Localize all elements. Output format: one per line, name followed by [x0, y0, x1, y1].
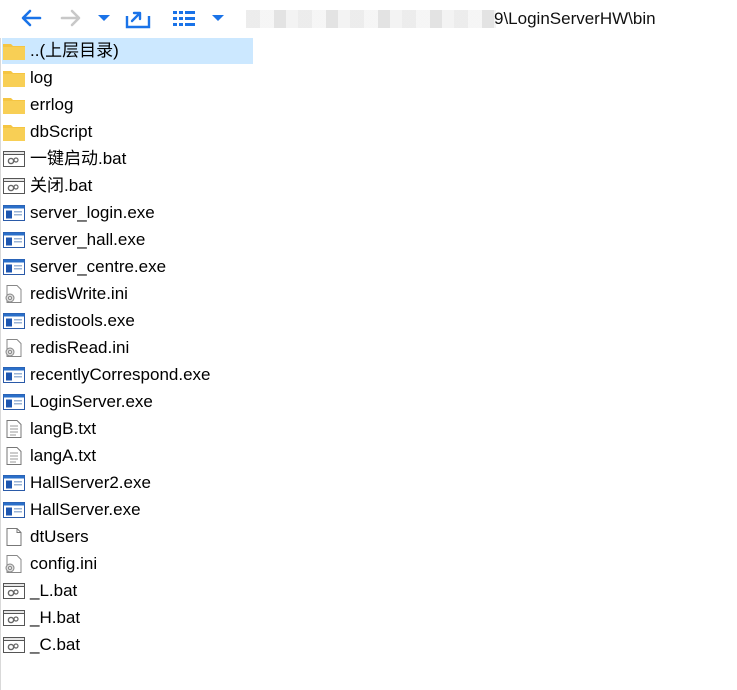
batch-file-icon [2, 607, 26, 629]
file-name: 一键启动.bat [30, 149, 127, 168]
batch-file-icon [2, 148, 26, 170]
file-name: redisWrite.ini [30, 284, 128, 303]
folder-icon [2, 40, 26, 62]
file-name: server_centre.exe [30, 257, 167, 276]
address-redacted-segment [246, 10, 496, 28]
folder-icon [2, 94, 26, 116]
text-file-icon [2, 418, 26, 440]
file-row[interactable]: _L.bat [2, 578, 77, 604]
file-row[interactable]: 关闭.bat [2, 173, 92, 199]
file-row[interactable]: langB.txt [2, 416, 96, 442]
file-name: redistools.exe [30, 311, 135, 330]
folder-row[interactable]: dbScript [2, 119, 92, 145]
file-name: LoginServer.exe [30, 392, 153, 411]
toolbar: 9\LoginServerHW\bin [0, 0, 737, 38]
view-mode-dropdown-button[interactable] [208, 4, 228, 32]
file-name: redisRead.ini [30, 338, 130, 357]
file-name: server_login.exe [30, 203, 155, 222]
list-view-icon [173, 11, 195, 26]
file-row[interactable]: HallServer.exe [2, 497, 141, 523]
folder-row[interactable]: errlog [2, 92, 73, 118]
file-row[interactable]: server_login.exe [2, 200, 155, 226]
application-icon [2, 202, 26, 224]
file-name: config.ini [30, 554, 98, 573]
arrow-right-icon [60, 9, 81, 27]
chevron-down-icon [212, 15, 224, 21]
file-row[interactable]: config.ini [2, 551, 97, 577]
file-row[interactable]: server_centre.exe [2, 254, 166, 280]
settings-file-icon [2, 283, 26, 305]
file-name: _C.bat [30, 635, 81, 654]
batch-file-icon [2, 175, 26, 197]
file-row[interactable]: recentlyCorrespond.exe [2, 362, 210, 388]
settings-file-icon [2, 553, 26, 575]
file-row[interactable]: HallServer2.exe [2, 470, 151, 496]
file-row[interactable]: LoginServer.exe [2, 389, 153, 415]
application-icon [2, 310, 26, 332]
history-dropdown-button[interactable] [94, 4, 114, 32]
batch-file-icon [2, 580, 26, 602]
application-icon [2, 472, 26, 494]
file-name: HallServer2.exe [30, 473, 151, 492]
folder-icon [2, 67, 26, 89]
file-name: dbScript [30, 122, 93, 141]
application-icon [2, 364, 26, 386]
forward-button[interactable] [56, 4, 86, 32]
address-bar[interactable]: 9\LoginServerHW\bin [236, 2, 737, 36]
file-name: dtUsers [30, 527, 89, 546]
folder-up-icon [125, 11, 151, 29]
folder-row[interactable]: log [2, 65, 53, 91]
file-row[interactable]: redisRead.ini [2, 335, 129, 361]
file-name: langA.txt [30, 446, 97, 465]
file-row[interactable]: dtUsers [2, 524, 89, 550]
file-name: langB.txt [30, 419, 97, 438]
application-icon [2, 499, 26, 521]
file-row[interactable]: redistools.exe [2, 308, 135, 334]
pane-divider [0, 38, 1, 690]
file-row[interactable]: _C.bat [2, 632, 80, 658]
view-mode-button[interactable] [168, 4, 200, 32]
file-name: server_hall.exe [30, 230, 146, 249]
folder-icon [2, 121, 26, 143]
text-file-icon [2, 445, 26, 467]
file-name: ..(上层目录) [30, 41, 119, 60]
file-row[interactable]: langA.txt [2, 443, 96, 469]
file-row[interactable]: server_hall.exe [2, 227, 145, 253]
file-name: _L.bat [30, 581, 78, 600]
address-path-text: 9\LoginServerHW\bin [494, 9, 656, 28]
file-name: log [30, 68, 53, 87]
batch-file-icon [2, 634, 26, 656]
application-icon [2, 229, 26, 251]
file-row[interactable]: redisWrite.ini [2, 281, 128, 307]
file-row[interactable]: 一键启动.bat [2, 146, 126, 172]
file-name: HallServer.exe [30, 500, 141, 519]
arrow-left-icon [21, 9, 42, 27]
settings-file-icon [2, 337, 26, 359]
blank-file-icon [2, 526, 26, 548]
application-icon [2, 391, 26, 413]
chevron-down-icon [98, 15, 110, 21]
folder-row[interactable]: ..(上层目录) [2, 38, 253, 64]
file-name: _H.bat [30, 608, 81, 627]
back-button[interactable] [16, 4, 46, 32]
file-name: recentlyCorrespond.exe [30, 365, 211, 384]
application-icon [2, 256, 26, 278]
file-name: errlog [30, 95, 74, 114]
file-name: 关闭.bat [30, 176, 93, 195]
file-row[interactable]: _H.bat [2, 605, 80, 631]
up-folder-button[interactable] [122, 4, 154, 32]
